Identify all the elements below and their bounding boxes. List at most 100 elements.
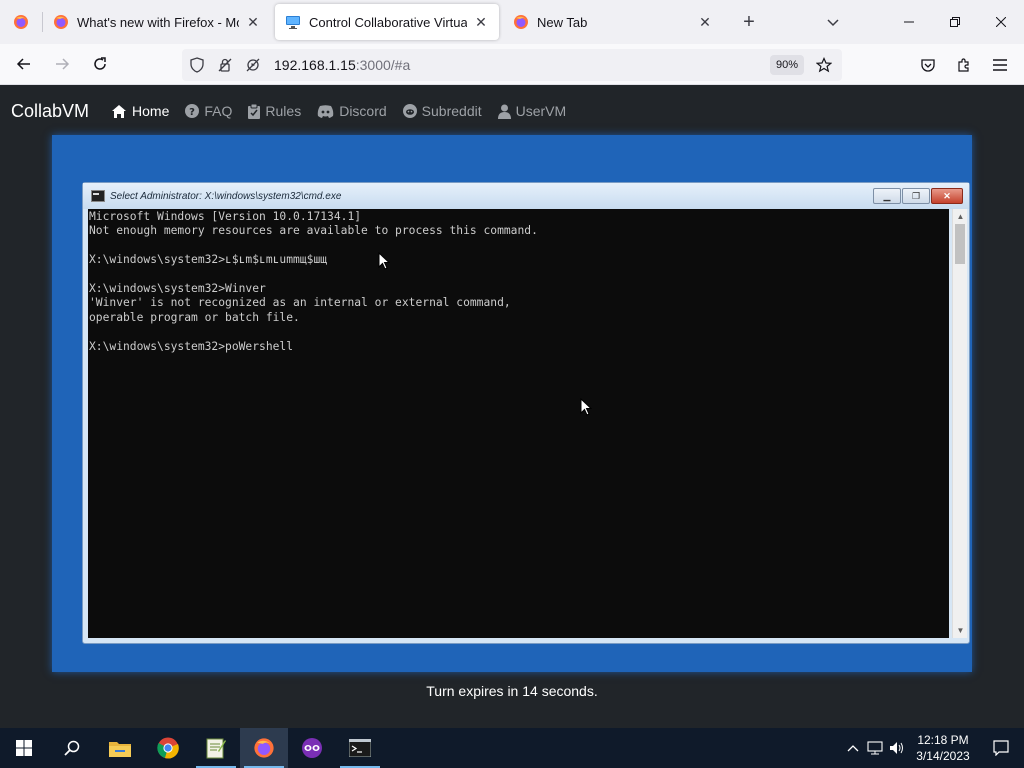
shield-icon[interactable] — [184, 52, 210, 78]
show-hidden-icons-button[interactable] — [842, 728, 864, 768]
console-line: X:\windows\system32>ʟ$ʟm$ʟmʟummщ$шщ — [89, 253, 328, 267]
nav-faq-label: FAQ — [204, 103, 233, 119]
tab-title: New Tab — [537, 14, 588, 30]
collabvm-page: CollabVM Home ? FAQ Rules Discord Subred… — [0, 85, 1024, 728]
taskbar-chrome[interactable] — [144, 728, 192, 768]
cmd-title: Select Administrator: X:\windows\system3… — [110, 190, 342, 202]
network-button[interactable] — [864, 728, 886, 768]
tab-collabvm[interactable]: Control Collaborative Virtual M ✕ — [275, 4, 499, 40]
search-button[interactable] — [48, 728, 96, 768]
close-icon: ✕ — [943, 190, 951, 201]
clock-time: 12:18 PM — [917, 733, 969, 747]
taskbar-clock[interactable]: 12:18 PM 3/14/2023 — [908, 732, 978, 764]
taskbar-file-explorer[interactable] — [96, 728, 144, 768]
monitor-icon — [286, 16, 300, 29]
url-text[interactable]: 192.168.1.15:3000/#a — [274, 57, 410, 73]
close-icon — [996, 17, 1006, 27]
reload-icon — [94, 57, 106, 70]
cmd-title-bar[interactable]: Select Administrator: X:\windows\system3… — [83, 183, 969, 209]
nav-discord[interactable]: Discord — [317, 103, 387, 119]
clock-date: 3/14/2023 — [916, 749, 970, 763]
firefox-view-button[interactable] — [0, 0, 42, 44]
console-scrollbar[interactable]: ▲ ▼ — [952, 209, 967, 638]
window-controls — [886, 0, 1024, 44]
scroll-up-arrow-icon[interactable]: ▲ — [953, 209, 968, 224]
close-icon[interactable]: ✕ — [697, 14, 713, 30]
console-output[interactable]: Microsoft Windows [Version 10.0.17134.1]… — [88, 209, 949, 638]
vm-display[interactable]: Select Administrator: X:\windows\system3… — [52, 135, 972, 672]
start-button[interactable] — [0, 728, 48, 768]
url-host: 192.168.1.15 — [274, 57, 356, 73]
firefox-icon — [14, 15, 28, 29]
turn-timer: Turn expires in 14 seconds. — [426, 683, 598, 699]
autoplay-blocked-icon[interactable] — [240, 52, 266, 78]
nav-faq[interactable]: ? FAQ — [185, 103, 232, 119]
volume-button[interactable] — [886, 728, 908, 768]
scroll-thumb[interactable] — [955, 224, 965, 264]
taskbar-cmd[interactable] — [336, 728, 384, 768]
nav-subreddit-label: Subreddit — [421, 103, 482, 119]
cmd-minimize-button[interactable]: ▁ — [873, 188, 901, 204]
remote-cursor-icon — [580, 398, 592, 416]
system-tray: 12:18 PM 3/14/2023 — [842, 728, 1024, 768]
list-all-tabs-button[interactable] — [815, 4, 851, 40]
volume-icon — [890, 742, 903, 754]
nav-subreddit[interactable]: Subreddit — [402, 103, 482, 119]
folder-icon — [109, 742, 131, 757]
close-icon[interactable]: ✕ — [245, 14, 261, 30]
permissions-icon[interactable] — [212, 52, 238, 78]
app-menu-button[interactable] — [982, 49, 1018, 81]
reload-button[interactable] — [84, 48, 116, 80]
notification-icon — [993, 740, 1009, 756]
hamburger-menu-icon — [993, 58, 1007, 71]
nav-home[interactable]: Home — [111, 103, 169, 119]
user-icon — [497, 104, 511, 119]
home-icon — [112, 104, 127, 118]
network-icon — [867, 741, 883, 755]
extensions-button[interactable] — [946, 49, 982, 81]
nav-rules[interactable]: Rules — [248, 103, 301, 119]
url-bar[interactable]: 192.168.1.15:3000/#a 90% — [182, 49, 842, 81]
forward-button[interactable] — [46, 48, 78, 80]
mask-app-icon — [302, 738, 322, 758]
reddit-icon — [402, 104, 417, 118]
svg-text:?: ? — [189, 107, 195, 118]
minimize-button[interactable] — [886, 0, 932, 44]
firefox-icon — [514, 15, 528, 29]
pocket-icon — [921, 58, 935, 72]
tab-new-tab[interactable]: New Tab ✕ — [503, 4, 723, 40]
tab-whats-new[interactable]: What's new with Firefox - More ✕ — [43, 4, 271, 40]
url-path: :3000/#a — [355, 57, 411, 73]
console-line: 'Winver' is not recognized as an interna… — [89, 296, 511, 310]
nav-rules-label: Rules — [265, 103, 302, 119]
back-button[interactable] — [8, 48, 40, 80]
action-center-button[interactable] — [978, 728, 1024, 768]
arrow-right-icon — [56, 58, 70, 70]
cmd-maximize-button[interactable]: ❐ — [902, 188, 930, 204]
chevron-up-icon — [847, 745, 859, 752]
cmd-close-button[interactable]: ✕ — [931, 188, 963, 204]
puzzle-icon — [958, 57, 969, 72]
new-tab-button[interactable]: + — [731, 4, 767, 40]
taskbar-app-mask[interactable] — [288, 728, 336, 768]
minimize-icon — [904, 21, 914, 23]
nav-uservm[interactable]: UserVM — [497, 103, 566, 119]
taskbar-firefox[interactable] — [240, 728, 288, 768]
bookmark-star-button[interactable] — [812, 53, 836, 77]
cmd-window[interactable]: Select Administrator: X:\windows\system3… — [82, 182, 970, 644]
brand-logo[interactable]: CollabVM — [11, 101, 89, 122]
close-window-button[interactable] — [978, 0, 1024, 44]
windows-taskbar: 12:18 PM 3/14/2023 — [0, 728, 1024, 768]
taskbar-notepadpp[interactable] — [192, 728, 240, 768]
pocket-button[interactable] — [910, 49, 946, 81]
windows-logo-icon — [16, 740, 32, 756]
scroll-down-arrow-icon[interactable]: ▼ — [953, 623, 968, 638]
restore-button[interactable] — [932, 0, 978, 44]
zoom-level-badge[interactable]: 90% — [769, 55, 804, 75]
chevron-down-icon — [827, 19, 839, 27]
close-icon[interactable]: ✕ — [473, 14, 489, 30]
console-line: operable program or batch file. — [89, 310, 300, 324]
cmd-icon — [349, 739, 371, 757]
